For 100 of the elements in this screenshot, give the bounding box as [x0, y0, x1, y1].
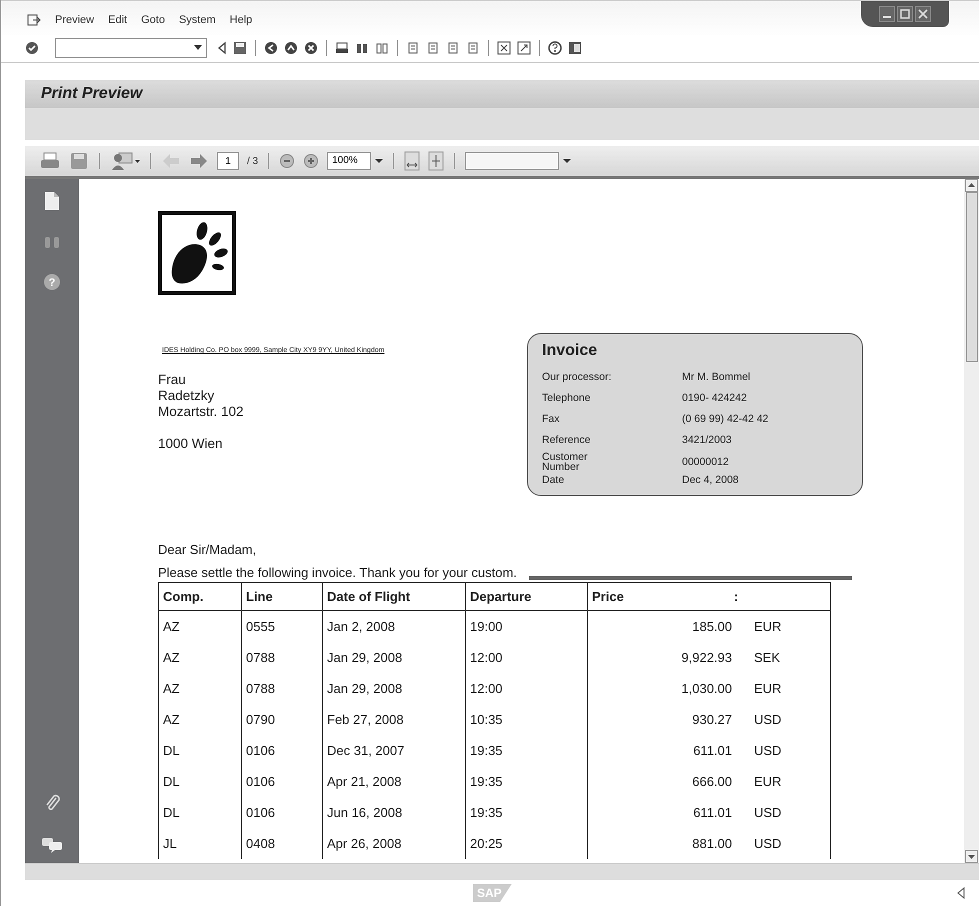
close-icon[interactable] — [915, 6, 931, 22]
currency-code: USD — [754, 743, 782, 758]
table-cell: 0788 — [242, 673, 322, 704]
next-page-icon[interactable] — [189, 152, 209, 170]
currency-code: USD — [754, 712, 782, 727]
comments-icon[interactable] — [41, 837, 63, 853]
minimize-icon[interactable] — [879, 6, 895, 22]
recipient-address-line: Mozartstr. 102 — [158, 404, 245, 420]
page-number-field[interactable]: 1 — [217, 152, 239, 170]
menu-item[interactable]: Help — [230, 12, 252, 28]
layout-icon[interactable] — [568, 41, 582, 55]
table-cell: AZ — [158, 673, 242, 704]
price-amount: 611.01 — [692, 743, 732, 758]
invoice-field-label: Our processor: — [542, 370, 612, 382]
currency-code: EUR — [754, 619, 782, 634]
table-cell: 12:00 — [466, 673, 588, 704]
currency-code: EUR — [754, 774, 782, 789]
table-cell: Apr 21, 2008 — [322, 766, 466, 797]
window-icon[interactable] — [497, 41, 511, 55]
fit-width-icon[interactable] — [404, 151, 420, 171]
invoice-field-label: Date — [542, 475, 566, 485]
table-cell: 12:00 — [466, 642, 588, 673]
page-icon[interactable] — [466, 41, 480, 55]
currency-code: USD — [754, 805, 782, 820]
body-text: Please settle the following invoice. Thank you for your custom. — [158, 565, 517, 580]
price-amount: 185.00 — [691, 619, 732, 634]
table-cell: Jan 29, 2008 — [322, 642, 466, 673]
back-icon[interactable] — [264, 41, 278, 55]
price-amount: 666.00 — [691, 774, 732, 789]
screen-title: Print Preview — [41, 85, 142, 103]
maximize-icon[interactable] — [897, 6, 913, 22]
table-cell: 20:25 — [466, 828, 588, 859]
recipient-address-line: Radetzky — [158, 388, 216, 404]
recipient-city: 1000 Wien — [158, 436, 224, 452]
table-cell: 19:35 — [466, 797, 588, 828]
table-cell: 0106 — [242, 735, 322, 766]
table-cell: 10:35 — [466, 704, 588, 735]
menu-item[interactable]: Preview — [55, 12, 94, 28]
scroll-up-icon[interactable] — [965, 179, 978, 192]
invoice-field-value: 00000012 — [682, 457, 729, 467]
currency-code: EUR — [754, 681, 782, 696]
help-icon[interactable] — [548, 41, 562, 55]
page-total: / 3 — [247, 156, 258, 166]
table-cell: JL — [158, 828, 242, 859]
table-cell: DL — [158, 735, 242, 766]
send-icon[interactable] — [110, 151, 140, 171]
horizontal-scrollbar[interactable] — [25, 863, 979, 880]
page-icon[interactable] — [426, 41, 440, 55]
invoice-field-value: Dec 4, 2008 — [682, 475, 739, 485]
fit-page-icon[interactable] — [428, 151, 444, 171]
checkmark-icon[interactable] — [25, 41, 39, 55]
table-cell: Jun 16, 2008 — [322, 797, 466, 828]
up-icon[interactable] — [284, 41, 298, 55]
command-field[interactable] — [55, 38, 207, 58]
print-icon[interactable] — [335, 41, 349, 55]
table-cell: DL — [158, 766, 242, 797]
table-cell: 0106 — [242, 766, 322, 797]
zoom-in-icon[interactable] — [303, 153, 320, 169]
table-cell: 0408 — [242, 828, 322, 859]
scroll-down-icon[interactable] — [965, 850, 978, 863]
currency-code: SEK — [754, 650, 780, 665]
recipient-address-line: Frau — [158, 372, 187, 388]
table-cell: Dec 31, 2007 — [322, 735, 466, 766]
dropdown-caret-icon[interactable] — [563, 158, 572, 164]
price-amount: 9,922.93 — [680, 650, 732, 665]
table-cell: AZ — [158, 642, 242, 673]
page-icon[interactable] — [446, 41, 460, 55]
scrollbar-thumb[interactable] — [966, 192, 978, 362]
vertical-scrollbar[interactable] — [964, 179, 979, 863]
dropdown-caret-icon[interactable] — [194, 45, 202, 51]
table-cell: 0790 — [242, 704, 322, 735]
invoice-field-value: (0 69 99) 42-42 42 — [682, 412, 768, 424]
greeting-text: Dear Sir/Madam, — [158, 542, 258, 557]
cancel-icon[interactable] — [304, 41, 318, 55]
currency-code: USD — [754, 836, 782, 851]
exit-icon[interactable] — [27, 14, 41, 26]
menu-item[interactable]: System — [178, 12, 216, 28]
zoom-out-icon[interactable] — [279, 153, 296, 169]
document-icon[interactable] — [44, 191, 60, 211]
table-cell: AZ — [158, 704, 242, 735]
dropdown-caret-icon[interactable] — [375, 158, 384, 164]
expand-triangle-icon[interactable] — [957, 887, 965, 899]
window-icon[interactable] — [517, 41, 531, 55]
price-amount: 1,030.00 — [680, 681, 732, 696]
invoice-field-label: Reference — [542, 434, 592, 446]
menu-item[interactable]: Edit — [108, 12, 128, 28]
menu-item[interactable]: Goto — [141, 12, 165, 28]
page-icon[interactable] — [406, 41, 420, 55]
invoice-field-value: 0190- 424242 — [682, 392, 747, 404]
invoice-title: Invoice — [542, 342, 598, 360]
invoice-field-label: Telephone — [542, 392, 592, 404]
table-cell: DL — [158, 797, 242, 828]
back-triangle-icon[interactable] — [217, 41, 227, 55]
column-header: Date of Flight — [322, 582, 466, 610]
column-header: Line — [242, 582, 322, 610]
table-cell: 19:35 — [466, 766, 588, 797]
table-cell: AZ — [158, 610, 242, 642]
save-icon[interactable] — [233, 41, 247, 55]
table-cell: 0106 — [242, 797, 322, 828]
price-amount: 930.27 — [691, 712, 732, 727]
